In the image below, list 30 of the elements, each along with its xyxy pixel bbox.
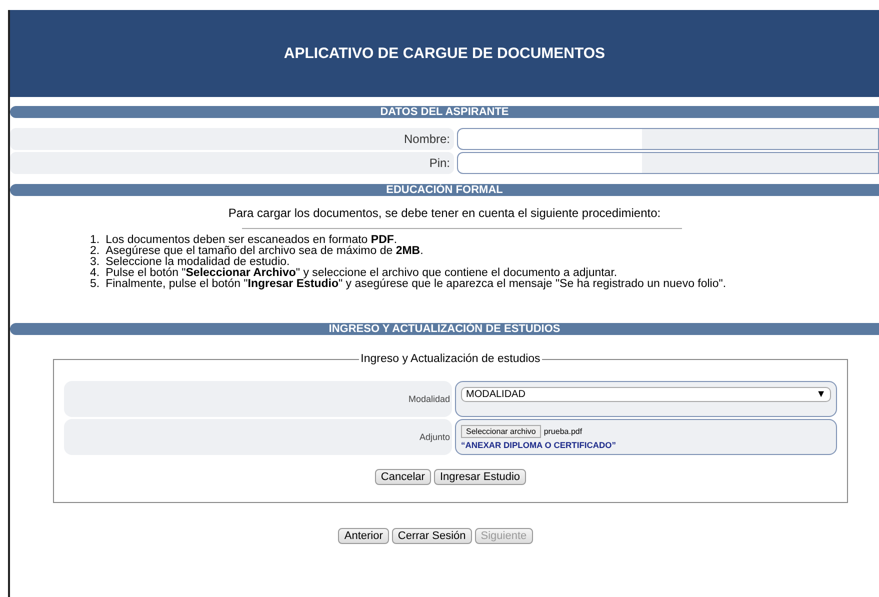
input-field[interactable]	[457, 128, 879, 150]
step-number: 2.	[90, 246, 100, 257]
panel-legend: Ingreso y Actualización de estudios	[358, 353, 542, 365]
section-heading: INGRESO Y ACTUALIZACIÓN DE ESTUDIOS	[10, 323, 879, 335]
step-number: 1.	[90, 235, 100, 246]
section-heading: EDUCACIÓN FORMAL	[10, 184, 879, 196]
nav-button[interactable]: Anterior	[338, 528, 389, 544]
attachment-note: “ANEXAR DIPLOMA O CERTIFICADO”	[461, 440, 618, 450]
step-text: Asegúrese que el tamaño del archivo sea de máximo de 2MB.	[106, 246, 424, 257]
input-field[interactable]	[457, 152, 879, 174]
modality-select[interactable]: MODALIDAD ▼	[461, 387, 831, 402]
field-label: Modalidad	[64, 381, 452, 417]
form-button[interactable]: Ingresar Estudio	[434, 469, 526, 485]
step-text: Los documentos deben ser escaneados en formato PDF.	[106, 235, 398, 246]
step-number: 4.	[90, 268, 100, 279]
step-number: 5.	[90, 279, 100, 290]
file-name: prueba.pdf	[544, 427, 582, 436]
section-heading: DATOS DEL ASPIRANTE	[10, 106, 879, 118]
step-number: 3.	[90, 257, 100, 268]
select-file-button[interactable]: Seleccionar archivo	[461, 425, 541, 438]
nav-button[interactable]: Cerrar Sesión	[392, 528, 472, 544]
field-label: Pin:	[10, 152, 454, 174]
field-label: Nombre:	[10, 128, 454, 150]
step-text: Finalmente, pulse el botón "Ingresar Estudio" y asegúrese que le aparezca el mensaje "Se ha registrado un nuevo folio".	[106, 279, 726, 290]
form-button[interactable]: Cancelar	[374, 469, 431, 485]
step-text: Seleccione la modalidad de estudio.	[106, 257, 290, 268]
field-label: Adjunto	[64, 419, 452, 455]
step-text: Pulse el botón "Seleccionar Archivo" y seleccione el archivo que contiene el documento a adjuntar.	[106, 268, 618, 279]
intro-text: Para cargar los documentos, se debe tener en cuenta el siguiente procedimiento:	[227, 206, 662, 220]
page-title: APLICATIVO DE CARGUE DE DOCUMENTOS	[284, 45, 606, 62]
